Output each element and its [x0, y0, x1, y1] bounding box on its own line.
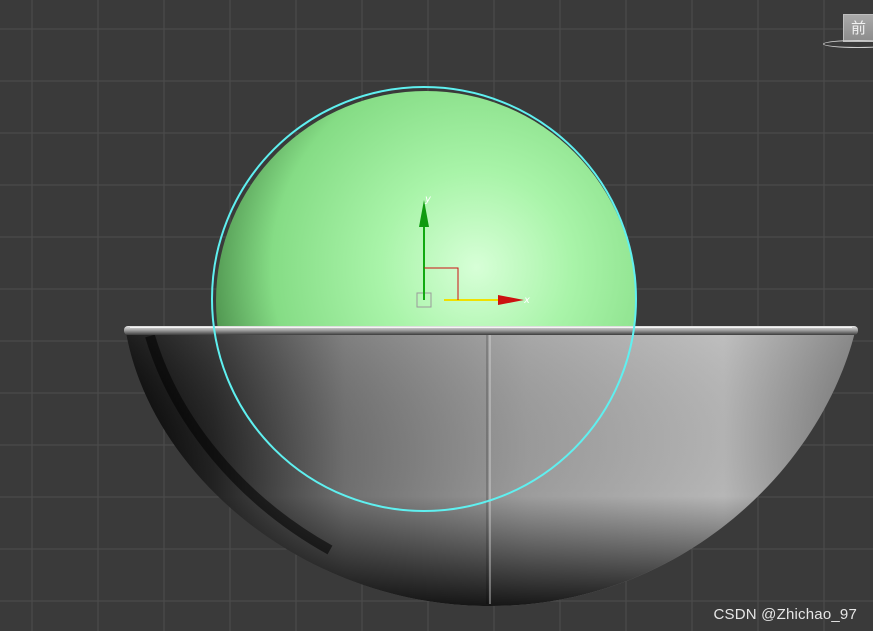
bowl-rim [124, 326, 858, 335]
watermark-text: CSDN @Zhichao_97 [713, 606, 857, 623]
gizmo-x-label: x [523, 295, 530, 306]
gizmo-y-label: y [424, 194, 432, 205]
viewport-3d[interactable]: y x [0, 0, 873, 631]
viewcube-front-face[interactable]: 前 [843, 14, 873, 42]
